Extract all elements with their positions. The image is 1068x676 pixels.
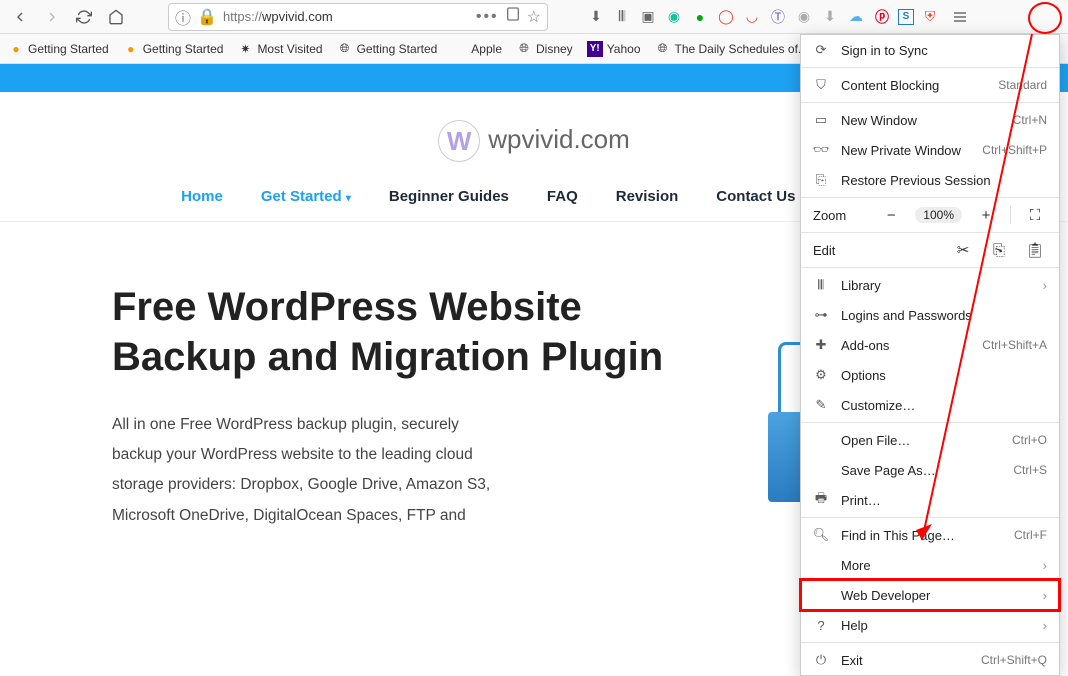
site-brand: wpvivid.com (488, 124, 630, 154)
chevron-right-icon: › (1043, 558, 1047, 573)
menu-more[interactable]: More› (801, 550, 1059, 580)
forward-button[interactable] (38, 3, 66, 31)
reader-icon[interactable] (505, 6, 521, 27)
reload-button[interactable] (70, 3, 98, 31)
menu-save-page[interactable]: Save Page As…Ctrl+S (801, 455, 1059, 485)
logo-icon: W (438, 120, 480, 162)
back-button[interactable] (6, 3, 34, 31)
menu-new-window[interactable]: ▭New WindowCtrl+N (801, 105, 1059, 135)
downloads-icon[interactable]: ⬇ (586, 7, 606, 27)
menu-zoom-row: Zoom − 100% + ⛶ (801, 200, 1059, 230)
browser-toolbar: ⓘ 🔒 https://wpvivid.com ••• ☆ ⬇ 𝄃𝄃 ▣ ◉ ●… (0, 0, 1068, 34)
nav-home[interactable]: Home (181, 188, 223, 205)
ext-s-icon[interactable]: S (898, 9, 914, 25)
lock-icon: 🔒 (197, 7, 217, 27)
ext-down-grey-icon[interactable]: ⬇ (820, 7, 840, 27)
nav-contact[interactable]: Contact Us (716, 188, 795, 205)
app-menu-panel: ⟳Sign in to Sync ⛉Content BlockingStanda… (800, 34, 1060, 676)
menu-open-file[interactable]: Open File…Ctrl+O (801, 425, 1059, 455)
toolbar-right-icons: ⬇ 𝄃𝄃 ▣ ◉ ● ◯ ◡ Ⓣ ◉ ⬇ ☁ ⓟ S ⛨ (586, 3, 974, 31)
menu-addons[interactable]: ✚Add-onsCtrl+Shift+A (801, 330, 1059, 360)
url-text: https://wpvivid.com (223, 9, 470, 24)
bookmark-item[interactable]: Apple (451, 41, 502, 57)
fullscreen-button[interactable]: ⛶ (1023, 207, 1047, 224)
bookmark-item[interactable]: Y!Yahoo (587, 41, 641, 57)
gear-icon: ⚙ (813, 367, 829, 383)
chevron-right-icon: › (1043, 278, 1047, 293)
menu-web-developer[interactable]: Web Developer› (801, 580, 1059, 610)
library-icon[interactable]: 𝄃𝄃 (612, 7, 632, 27)
page-actions-icon[interactable]: ••• (476, 8, 499, 26)
nav-get-started[interactable]: Get Started ▾ (261, 188, 351, 205)
menu-edit-row: Edit ✂ ⎘ 📋︎ (801, 235, 1059, 265)
menu-find[interactable]: 🔍︎Find in This Page…Ctrl+F (801, 520, 1059, 550)
menu-sign-in-sync[interactable]: ⟳Sign in to Sync (801, 35, 1059, 65)
power-icon: ⏻ (813, 652, 829, 668)
zoom-in-button[interactable]: + (974, 207, 998, 224)
chevron-down-icon: ▾ (346, 193, 351, 204)
zoom-out-button[interactable]: − (879, 207, 903, 224)
ext-grey-icon[interactable]: ◉ (794, 7, 814, 27)
key-icon: ⊶ (813, 307, 829, 323)
menu-restore-session[interactable]: ⎘Restore Previous Session (801, 165, 1059, 195)
window-icon: ▭ (813, 112, 829, 128)
menu-content-blocking[interactable]: ⛉Content BlockingStandard (801, 70, 1059, 100)
zoom-value[interactable]: 100% (915, 207, 962, 223)
nav-faq[interactable]: FAQ (547, 188, 578, 205)
restore-icon: ⎘ (813, 172, 829, 188)
ext-grammarly-icon[interactable]: ◉ (664, 7, 684, 27)
menu-help[interactable]: ?Help› (801, 610, 1059, 640)
nav-beginner-guides[interactable]: Beginner Guides (389, 188, 509, 205)
menu-exit[interactable]: ⏻ExitCtrl+Shift+Q (801, 645, 1059, 675)
nav-revision[interactable]: Revision (616, 188, 679, 205)
ext-bookmark-icon[interactable]: ◡ (742, 7, 762, 27)
bookmark-item[interactable]: ●Getting Started (8, 41, 109, 57)
hero-title: Free WordPress Website Backup and Migrat… (112, 282, 728, 382)
home-button[interactable] (102, 3, 130, 31)
address-bar[interactable]: ⓘ 🔒 https://wpvivid.com ••• ☆ (168, 3, 548, 31)
menu-customize[interactable]: ✎Customize… (801, 390, 1059, 420)
menu-options[interactable]: ⚙Options (801, 360, 1059, 390)
ext-opera-icon[interactable]: ◯ (716, 7, 736, 27)
bookmark-item[interactable]: 🌐︎Disney (516, 41, 573, 57)
mask-icon: 👓︎ (813, 142, 829, 158)
help-icon: ? (813, 617, 829, 633)
ext-cloud-icon[interactable]: ☁ (846, 7, 866, 27)
app-menu-button[interactable] (946, 3, 974, 31)
menu-new-private-window[interactable]: 👓︎New Private WindowCtrl+Shift+P (801, 135, 1059, 165)
ext-t-icon[interactable]: Ⓣ (768, 7, 788, 27)
paint-icon: ✎ (813, 397, 829, 413)
ext-green-icon[interactable]: ● (690, 7, 710, 27)
menu-print[interactable]: 🖶Print… (801, 485, 1059, 515)
bookmark-item[interactable]: 🌐︎Getting Started (337, 41, 438, 57)
info-icon[interactable]: ⓘ (175, 5, 191, 29)
bookmark-item[interactable]: ✷Most Visited (237, 41, 322, 57)
ext-ublock-icon[interactable]: ⛨ (920, 7, 940, 27)
cut-button[interactable]: ✂ (951, 241, 975, 259)
chevron-right-icon: › (1043, 618, 1047, 633)
bookmark-star-icon[interactable]: ☆ (527, 7, 541, 27)
sync-icon: ⟳ (813, 42, 829, 58)
search-icon: 🔍︎ (813, 527, 829, 543)
puzzle-icon: ✚ (813, 337, 829, 353)
sidebar-icon[interactable]: ▣ (638, 7, 658, 27)
menu-logins[interactable]: ⊶Logins and Passwords (801, 300, 1059, 330)
bookmark-item[interactable]: ●Getting Started (123, 41, 224, 57)
hero-body: All in one Free WordPress backup plugin,… (112, 410, 512, 531)
shield-icon: ⛉ (813, 77, 829, 93)
menu-library[interactable]: 𝄃𝄃Library› (801, 270, 1059, 300)
chevron-right-icon: › (1043, 588, 1047, 603)
bookmark-item[interactable]: 🌐︎The Daily Schedules of... (655, 41, 808, 57)
paste-button[interactable]: 📋︎ (1023, 241, 1047, 259)
library-icon: 𝄃𝄃 (813, 277, 829, 293)
ext-pinterest-icon[interactable]: ⓟ (872, 7, 892, 27)
print-icon: 🖶 (813, 492, 829, 508)
copy-button[interactable]: ⎘ (987, 242, 1011, 259)
